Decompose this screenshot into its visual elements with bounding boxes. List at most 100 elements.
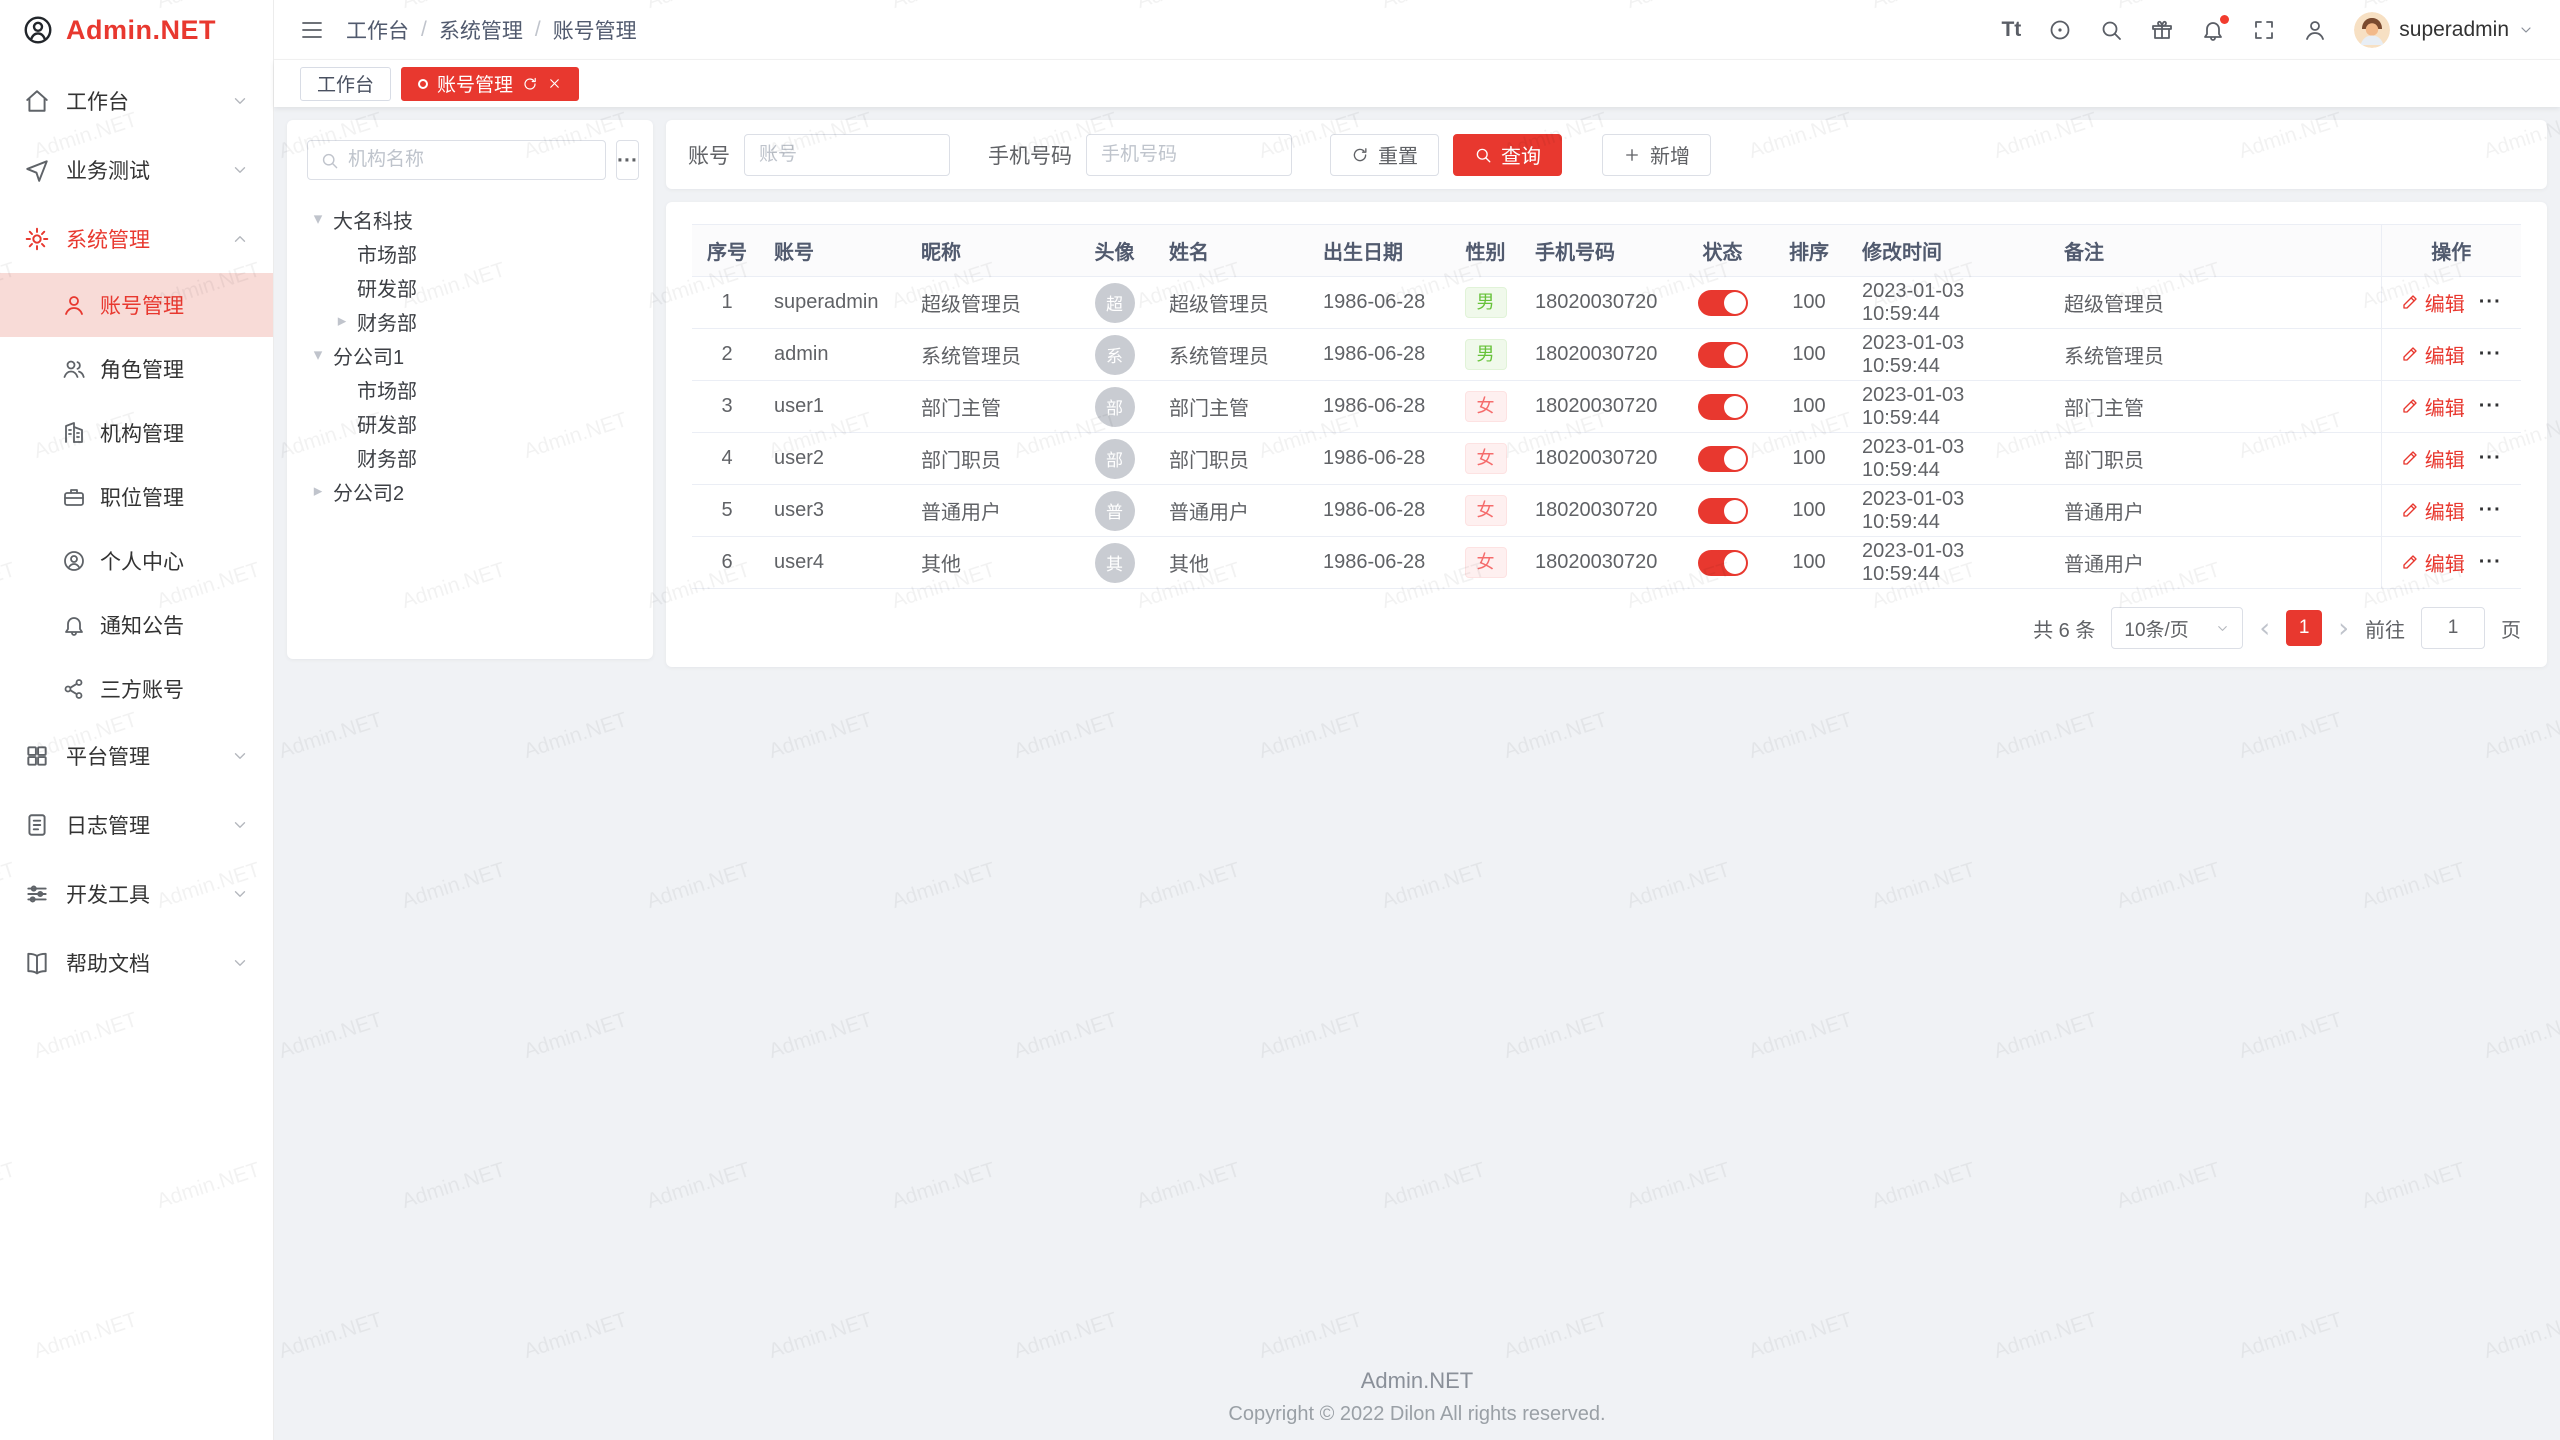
sidebar-item-account-management[interactable]: 账号管理 xyxy=(0,273,273,337)
tree-node[interactable]: 分公司2 xyxy=(307,474,633,508)
sidebar-item-position-management[interactable]: 职位管理 xyxy=(0,465,273,529)
prev-page-button[interactable]: ‹ xyxy=(2259,615,2270,642)
status-toggle[interactable] xyxy=(1698,394,1748,420)
edit-button[interactable]: 编辑 xyxy=(2401,392,2465,421)
cell-remark: 系统管理员 xyxy=(2052,329,2381,381)
tree-node[interactable]: 财务部 xyxy=(307,440,633,474)
search-button[interactable]: 查询 xyxy=(1453,134,1562,176)
breadcrumb-item[interactable]: 工作台 xyxy=(346,15,409,45)
edit-button[interactable]: 编辑 xyxy=(2401,496,2465,525)
edit-pencil-icon xyxy=(2401,553,2419,571)
tree-caret-icon xyxy=(307,209,329,229)
cell-gender: 男 xyxy=(1448,277,1523,329)
toggle-knob xyxy=(1724,344,1746,366)
cell-no: 2 xyxy=(692,329,762,381)
user-menu[interactable]: superadmin xyxy=(2354,12,2534,48)
refresh-icon[interactable] xyxy=(522,76,538,92)
briefcase-icon xyxy=(62,485,86,509)
users-icon xyxy=(62,357,86,381)
tab-account-management[interactable]: 账号管理 xyxy=(401,67,579,101)
column-header: 姓名 xyxy=(1157,225,1311,277)
status-toggle[interactable] xyxy=(1698,498,1748,524)
add-button[interactable]: 新增 xyxy=(1602,134,1711,176)
chevron-down-icon xyxy=(2215,621,2230,636)
next-page-button[interactable]: › xyxy=(2338,615,2349,642)
page-number-button[interactable]: 1 xyxy=(2286,610,2322,646)
row-more-button[interactable]: ··· xyxy=(2479,343,2502,366)
sidebar-item-platform-management[interactable]: 平台管理 xyxy=(0,721,273,790)
gift-icon[interactable] xyxy=(2150,18,2174,42)
tree-node[interactable]: 分公司1 xyxy=(307,338,633,372)
hamburger-menu-icon[interactable] xyxy=(300,18,324,42)
account-input[interactable] xyxy=(744,134,950,176)
search-label: 查询 xyxy=(1501,140,1541,169)
search-icon[interactable] xyxy=(2099,18,2123,42)
edit-button[interactable]: 编辑 xyxy=(2401,444,2465,473)
page-size-select[interactable]: 10条/页 xyxy=(2111,607,2243,649)
cell-remark: 普通用户 xyxy=(2052,485,2381,537)
edit-button[interactable]: 编辑 xyxy=(2401,288,2465,317)
cell-modified-time: 2023-01-03 10:59:44 xyxy=(1850,277,2052,329)
sidebar-item-log-management[interactable]: 日志管理 xyxy=(0,790,273,859)
tab-workbench[interactable]: 工作台 xyxy=(300,67,391,101)
chevron-down-icon xyxy=(231,816,249,834)
status-toggle[interactable] xyxy=(1698,342,1748,368)
cell-status xyxy=(1677,381,1768,433)
tree-node[interactable]: 大名科技 xyxy=(307,202,633,236)
org-search-input[interactable] xyxy=(348,149,593,171)
avatar xyxy=(2354,12,2390,48)
sidebar-item-role-management[interactable]: 角色管理 xyxy=(0,337,273,401)
sidebar-item-system-management[interactable]: 系统管理 xyxy=(0,204,273,273)
sidebar-item-org-management[interactable]: 机构管理 xyxy=(0,401,273,465)
notification-bell-icon[interactable] xyxy=(2201,18,2225,42)
cell-modified-time: 2023-01-03 10:59:44 xyxy=(1850,329,2052,381)
status-toggle[interactable] xyxy=(1698,290,1748,316)
status-toggle[interactable] xyxy=(1698,550,1748,576)
filter-bar: 账号 手机号码 重置 查询 新增 xyxy=(666,120,2547,189)
column-header: 状态 xyxy=(1677,225,1768,277)
tree-node-label: 研发部 xyxy=(357,273,417,302)
chevron-down-icon xyxy=(231,885,249,903)
book-icon xyxy=(24,950,50,976)
org-more-button[interactable]: ··· xyxy=(616,140,639,180)
chevron-down-icon xyxy=(231,747,249,765)
row-more-button[interactable]: ··· xyxy=(2479,551,2502,574)
phone-input[interactable] xyxy=(1086,134,1292,176)
tree-node[interactable]: 财务部 xyxy=(307,304,633,338)
sidebar-item-workbench[interactable]: 工作台 xyxy=(0,66,273,135)
sidebar-item-dev-tools[interactable]: 开发工具 xyxy=(0,859,273,928)
breadcrumb-item[interactable]: 系统管理 xyxy=(439,15,523,45)
row-more-button[interactable]: ··· xyxy=(2479,447,2502,470)
close-icon[interactable] xyxy=(547,76,562,91)
tree-node[interactable]: 市场部 xyxy=(307,372,633,406)
org-tree: 大名科技 市场部 研发部 xyxy=(307,202,633,508)
sidebar-item-label: 个人中心 xyxy=(100,546,184,576)
sidebar-item-personal-center[interactable]: 个人中心 xyxy=(0,529,273,593)
reset-button[interactable]: 重置 xyxy=(1330,134,1439,176)
edit-button[interactable]: 编辑 xyxy=(2401,340,2465,369)
edit-button[interactable]: 编辑 xyxy=(2401,548,2465,577)
profile-icon[interactable] xyxy=(2303,18,2327,42)
footer-copyright: Copyright © 2022 Dilon All rights reserv… xyxy=(274,1403,2560,1426)
row-more-button[interactable]: ··· xyxy=(2479,395,2502,418)
fullscreen-icon[interactable] xyxy=(2252,18,2276,42)
goto-page-input[interactable] xyxy=(2421,607,2485,649)
status-toggle[interactable] xyxy=(1698,446,1748,472)
cell-modified-time: 2023-01-03 10:59:44 xyxy=(1850,537,2052,589)
logo[interactable]: Admin.NET xyxy=(0,0,273,60)
sidebar-item-help-docs[interactable]: 帮助文档 xyxy=(0,928,273,997)
sidebar-item-business-test[interactable]: 业务测试 xyxy=(0,135,273,204)
row-more-button[interactable]: ··· xyxy=(2479,291,2502,314)
theme-icon[interactable] xyxy=(2048,18,2072,42)
account-label: 账号 xyxy=(688,140,730,170)
edit-label: 编辑 xyxy=(2425,392,2465,421)
tree-node[interactable]: 研发部 xyxy=(307,406,633,440)
tree-node[interactable]: 研发部 xyxy=(307,270,633,304)
toggle-knob xyxy=(1724,448,1746,470)
font-size-icon[interactable]: Tt xyxy=(2001,18,2021,42)
row-more-button[interactable]: ··· xyxy=(2479,499,2502,522)
username: superadmin xyxy=(2399,18,2509,42)
tree-node[interactable]: 市场部 xyxy=(307,236,633,270)
sidebar-item-notice[interactable]: 通知公告 xyxy=(0,593,273,657)
sidebar-item-thirdparty-account[interactable]: 三方账号 xyxy=(0,657,273,721)
